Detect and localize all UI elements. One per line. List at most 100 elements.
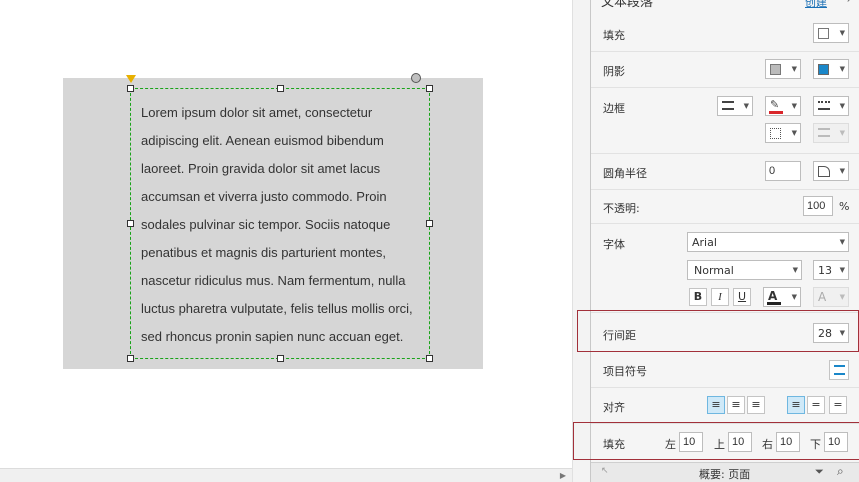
create-link[interactable]: 创建	[805, 0, 827, 10]
text-shadow-icon: A	[818, 290, 827, 304]
border-row: 边框 ▼ ✎ ▼ ▼ ▼ ▼	[591, 88, 859, 154]
horizontal-scrollbar[interactable]: ▶	[0, 468, 572, 482]
shadow-color-swatch-icon	[818, 64, 829, 75]
shadow-color-picker[interactable]: ▼	[813, 59, 849, 79]
pen-icon: ✎	[770, 98, 780, 111]
search-icon[interactable]: ⌕	[837, 464, 844, 479]
chevron-down-icon: ▼	[839, 238, 845, 246]
opacity-row: 不透明: %	[591, 190, 859, 224]
bold-button[interactable]: B	[689, 288, 707, 306]
shadow-icon	[770, 64, 781, 75]
arrow-style-picker[interactable]: ▼	[813, 123, 849, 143]
border-sides-icon	[770, 128, 781, 139]
rounded-corner-icon	[818, 166, 830, 177]
align-top-button[interactable]: ≡	[787, 396, 805, 414]
align-right-icon: ≡	[751, 398, 761, 411]
panel-title: 文本段落	[601, 0, 654, 10]
border-color-swatch	[769, 111, 783, 114]
resize-handle-bottom-right[interactable]	[426, 355, 433, 362]
paragraph-text[interactable]: Lorem ipsum dolor sit amet, consectetur …	[141, 99, 419, 351]
chevron-down-icon: ▼	[839, 167, 845, 175]
font-color-picker[interactable]: A ▼	[763, 287, 801, 307]
dash-pattern-icon	[818, 101, 830, 110]
align-bottom-button[interactable]: =	[829, 396, 847, 414]
scroll-right-icon[interactable]: ▶	[560, 471, 566, 480]
chevron-down-icon: ▼	[743, 102, 749, 110]
resize-handle-right[interactable]	[426, 220, 433, 227]
align-center-icon: ≡	[731, 398, 741, 411]
shadow-row: 阴影 ▼ ▼	[591, 52, 859, 88]
font-size-select[interactable]: 13 ▼	[813, 260, 849, 280]
panel-divider[interactable]	[572, 0, 590, 482]
chevron-down-icon: ▼	[839, 266, 845, 274]
fill-swatch-icon	[818, 28, 829, 39]
fill-label: 填充	[603, 29, 625, 42]
text-shadow-picker[interactable]: A ▼	[813, 287, 849, 307]
chevron-down-icon: ▼	[791, 129, 797, 137]
resize-handle-top-left[interactable]	[127, 85, 134, 92]
chevron-down-icon: ▼	[839, 129, 845, 137]
style-panel: 文本段落 创建 ↗ 填充 ▼ 阴影 ▼ ▼ 边框 ▼ ✎ ▼	[573, 0, 859, 482]
border-weight-picker[interactable]: ▼	[717, 96, 753, 116]
align-center-button[interactable]: ≡	[727, 396, 745, 414]
outline-title: 概要: 页面	[699, 468, 751, 481]
chevron-down-icon: ▼	[791, 65, 797, 73]
padding-highlight	[573, 422, 859, 460]
chevron-down-icon: ▼	[839, 293, 845, 301]
rotate-handle[interactable]	[411, 73, 421, 83]
align-right-button[interactable]: ≡	[747, 396, 765, 414]
text-color-icon: A	[768, 289, 778, 303]
arrow-lines-icon	[818, 128, 830, 137]
corner-radius-input[interactable]	[765, 161, 801, 181]
align-top-icon: ≡	[791, 398, 801, 411]
border-visibility-picker[interactable]: ▼	[765, 123, 801, 143]
font-row: 字体 Arial ▼ Normal ▼ 13 ▼ B I U A ▼ A ▼	[591, 224, 859, 310]
resize-handle-bottom-left[interactable]	[127, 355, 134, 362]
chevron-down-icon: ▼	[792, 266, 798, 274]
shadow-style-picker[interactable]: ▼	[765, 59, 801, 79]
align-middle-icon: =	[811, 398, 821, 411]
align-left-icon: ≡	[711, 398, 721, 411]
chevron-down-icon: ▼	[791, 102, 797, 110]
align-row: 对齐 ≡ ≡ ≡ ≡ = =	[591, 388, 859, 424]
font-size-value: 13	[818, 264, 832, 277]
chevron-down-icon: ▼	[839, 29, 845, 37]
outline-footer: ↖ 概要: 页面 ⏷ ⌕	[591, 462, 859, 482]
border-pattern-picker[interactable]: ▼	[813, 96, 849, 116]
opacity-unit: %	[839, 200, 850, 213]
align-left-button[interactable]: ≡	[707, 396, 725, 414]
font-family-select[interactable]: Arial ▼	[687, 232, 849, 252]
filter-icon[interactable]: ⏷	[815, 465, 824, 479]
opacity-label: 不透明:	[603, 202, 640, 215]
corner-radius-label: 圆角半径	[603, 167, 647, 180]
corner-style-picker[interactable]: ▼	[813, 161, 849, 181]
text-paragraph-widget[interactable]: Lorem ipsum dolor sit amet, consectetur …	[130, 88, 430, 359]
fill-row: 填充 ▼	[591, 16, 859, 52]
resize-handle-top-right[interactable]	[426, 85, 433, 92]
border-color-picker[interactable]: ✎ ▼	[765, 96, 801, 116]
border-label: 边框	[603, 102, 625, 115]
font-weight-select[interactable]: Normal ▼	[687, 260, 802, 280]
chevron-down-icon: ▼	[839, 102, 845, 110]
resize-handle-top[interactable]	[277, 85, 284, 92]
font-weight-value: Normal	[694, 264, 734, 277]
opacity-input[interactable]	[803, 196, 833, 216]
bullet-list-button[interactable]	[829, 360, 849, 380]
text-color-swatch	[767, 302, 781, 305]
resize-handle-left[interactable]	[127, 220, 134, 227]
align-middle-button[interactable]: =	[807, 396, 825, 414]
align-bottom-icon: =	[833, 398, 843, 411]
fill-color-picker[interactable]: ▼	[813, 23, 849, 43]
italic-button[interactable]: I	[711, 288, 729, 306]
collapse-icon[interactable]: ↖	[601, 466, 609, 476]
line-weight-icon	[722, 101, 734, 110]
underline-button[interactable]: U	[733, 288, 751, 306]
shadow-label: 阴影	[603, 65, 625, 78]
font-family-value: Arial	[692, 236, 717, 249]
design-canvas[interactable]: Lorem ipsum dolor sit amet, consectetur …	[0, 0, 572, 468]
align-label: 对齐	[603, 401, 625, 414]
external-icon[interactable]: ↗	[846, 0, 854, 5]
anchor-marker-icon[interactable]	[126, 75, 136, 83]
resize-handle-bottom[interactable]	[277, 355, 284, 362]
panel-header: 文本段落 创建 ↗	[591, 0, 859, 16]
